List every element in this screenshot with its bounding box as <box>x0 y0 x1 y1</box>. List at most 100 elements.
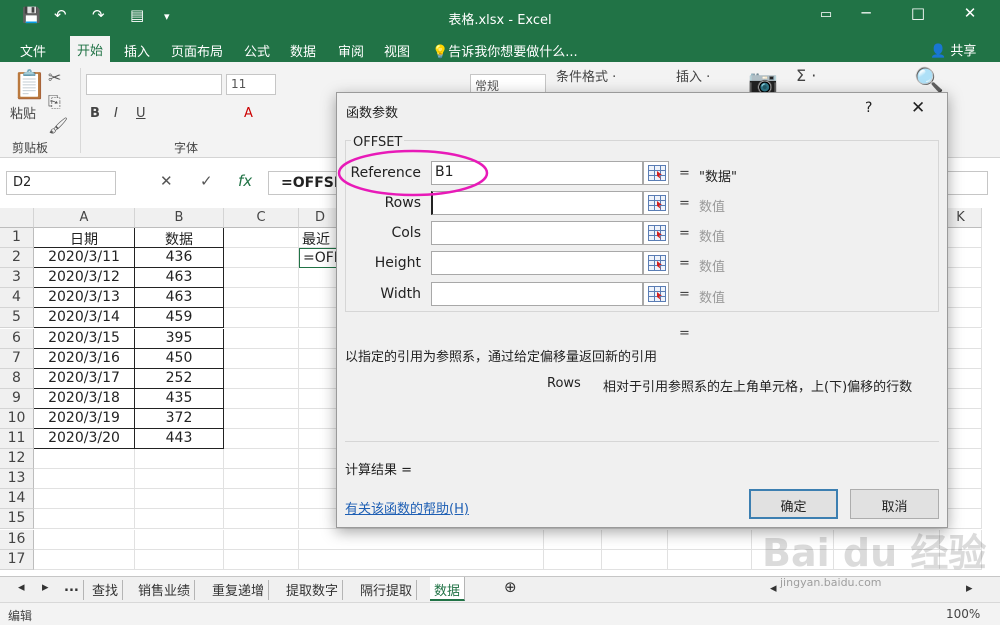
sheet-tab-alternate-rows[interactable]: 隔行提取 <box>356 580 418 600</box>
tab-view[interactable]: 视图 <box>384 41 410 60</box>
grid-cell[interactable]: 数据 <box>135 228 224 248</box>
grid-cell[interactable] <box>135 509 224 530</box>
maximize-button[interactable]: □ <box>898 4 938 22</box>
insert-function-icon[interactable]: fx <box>238 172 252 190</box>
column-header-a[interactable]: A <box>34 208 135 228</box>
name-box[interactable]: D2 <box>6 171 116 195</box>
share-button[interactable]: 👤 共享 <box>930 40 976 59</box>
close-button[interactable]: ✕ <box>950 4 990 22</box>
grid-cell[interactable]: 2020/3/11 <box>34 248 135 269</box>
grid-cell[interactable] <box>224 268 299 289</box>
row-header[interactable]: 11 <box>0 429 34 449</box>
grid-cell[interactable]: 252 <box>135 368 224 389</box>
row-header[interactable]: 17 <box>0 549 34 570</box>
grid-cell[interactable]: 日期 <box>34 228 135 248</box>
grid-cell[interactable] <box>224 429 299 449</box>
ribbon-display-icon[interactable]: ▭ <box>806 7 846 22</box>
function-help-link[interactable]: 有关该函数的帮助(H) <box>345 498 469 517</box>
grid-cell[interactable] <box>224 388 299 409</box>
row-header[interactable]: 16 <box>0 529 34 550</box>
grid-cell[interactable]: 2020/3/19 <box>34 408 135 429</box>
row-header[interactable]: 9 <box>0 388 34 409</box>
grid-cell[interactable]: 463 <box>135 288 224 309</box>
grid-cell[interactable] <box>224 509 299 530</box>
column-header-b[interactable]: B <box>135 208 224 228</box>
grid-cell[interactable]: 435 <box>135 388 224 409</box>
tab-formulas[interactable]: 公式 <box>244 41 270 60</box>
grid-cell[interactable] <box>224 489 299 510</box>
grid-cell[interactable] <box>224 308 299 329</box>
grid-cell[interactable]: 372 <box>135 408 224 429</box>
grid-cell[interactable] <box>544 549 602 570</box>
grid-cell[interactable] <box>602 549 668 570</box>
grid-cell[interactable] <box>135 529 224 550</box>
sheet-tab-sales[interactable]: 销售业绩 <box>134 580 196 600</box>
tab-file[interactable]: 文件 <box>20 41 46 60</box>
grid-cell[interactable] <box>668 549 752 570</box>
grid-cell[interactable] <box>224 328 299 349</box>
grid-cell[interactable] <box>34 549 135 570</box>
copy-icon[interactable]: ⎘ <box>48 92 61 112</box>
sheet-tab-lookup[interactable]: 查找 <box>88 580 124 600</box>
grid-cell[interactable]: 459 <box>135 308 224 329</box>
font-name-combo[interactable] <box>86 74 222 95</box>
row-header[interactable]: 8 <box>0 368 34 389</box>
grid-cell[interactable]: 2020/3/15 <box>34 328 135 349</box>
sheet-next-icon[interactable]: ▸ <box>38 580 53 600</box>
sheet-tab-extract-numbers[interactable]: 提取数字 <box>282 580 344 600</box>
sheet-more-button[interactable]: ... <box>60 580 84 600</box>
italic-button[interactable]: I <box>114 106 118 121</box>
confirm-entry-icon[interactable]: ✓ <box>200 172 213 190</box>
paste-icon[interactable]: 📋 <box>12 68 47 101</box>
row-header[interactable]: 7 <box>0 348 34 369</box>
tab-data[interactable]: 数据 <box>290 41 316 60</box>
grid-cell[interactable] <box>224 288 299 309</box>
paste-label[interactable]: 粘贴 <box>10 103 36 122</box>
format-painter-icon[interactable]: 🖌 <box>48 116 68 135</box>
grid-cell[interactable] <box>299 529 544 550</box>
tab-home[interactable]: 开始 <box>70 36 111 62</box>
grid-cell[interactable] <box>224 228 299 248</box>
row-header[interactable]: 6 <box>0 328 34 349</box>
row-header[interactable]: 4 <box>0 288 34 309</box>
cancel-button[interactable]: 取消 <box>850 489 939 519</box>
grid-cell[interactable]: 2020/3/17 <box>34 368 135 389</box>
grid-cell[interactable]: 443 <box>135 429 224 449</box>
row-header[interactable]: 2 <box>0 248 34 269</box>
row-header[interactable]: 15 <box>0 509 34 530</box>
row-header[interactable]: 1 <box>0 228 34 248</box>
grid-cell[interactable]: 395 <box>135 328 224 349</box>
tab-insert[interactable]: 插入 <box>124 41 150 60</box>
row-header[interactable]: 3 <box>0 268 34 289</box>
grid-cell[interactable] <box>224 408 299 429</box>
column-header-c[interactable]: C <box>224 208 299 228</box>
row-header[interactable]: 13 <box>0 469 34 490</box>
font-size-combo[interactable]: 11 <box>226 74 276 95</box>
grid-cell[interactable]: 436 <box>135 248 224 269</box>
grid-cell[interactable] <box>224 469 299 490</box>
add-sheet-icon[interactable]: ⊕ <box>500 578 521 598</box>
scroll-right-icon[interactable]: ▸ <box>962 581 977 601</box>
grid-cell[interactable] <box>224 248 299 269</box>
zoom-level[interactable]: 100% <box>946 607 980 621</box>
grid-cell[interactable] <box>34 469 135 490</box>
tell-me-box[interactable]: 💡告诉我你想要做什么... <box>432 41 578 60</box>
insert-cells-button[interactable]: 插入 · <box>676 66 710 85</box>
grid-cell[interactable] <box>34 529 135 550</box>
sheet-prev-icon[interactable]: ◂ <box>14 580 29 600</box>
scroll-left-icon[interactable]: ◂ <box>766 581 781 601</box>
row-header[interactable]: 12 <box>0 449 34 470</box>
font-color-button[interactable]: A <box>244 106 253 121</box>
grid-cell[interactable] <box>135 449 224 470</box>
tab-review[interactable]: 审阅 <box>338 41 364 60</box>
autosum-button[interactable]: Σ · <box>796 66 816 85</box>
grid-cell[interactable] <box>135 469 224 490</box>
conditional-format-button[interactable]: 条件格式 · <box>556 66 616 85</box>
grid-cell[interactable]: 2020/3/13 <box>34 288 135 309</box>
grid-cell[interactable]: 2020/3/18 <box>34 388 135 409</box>
sheet-tab-increment[interactable]: 重复递增 <box>208 580 270 600</box>
grid-cell[interactable] <box>224 348 299 369</box>
underline-button[interactable]: U <box>136 106 146 121</box>
grid-cell[interactable] <box>668 529 752 550</box>
grid-cell[interactable]: 463 <box>135 268 224 289</box>
